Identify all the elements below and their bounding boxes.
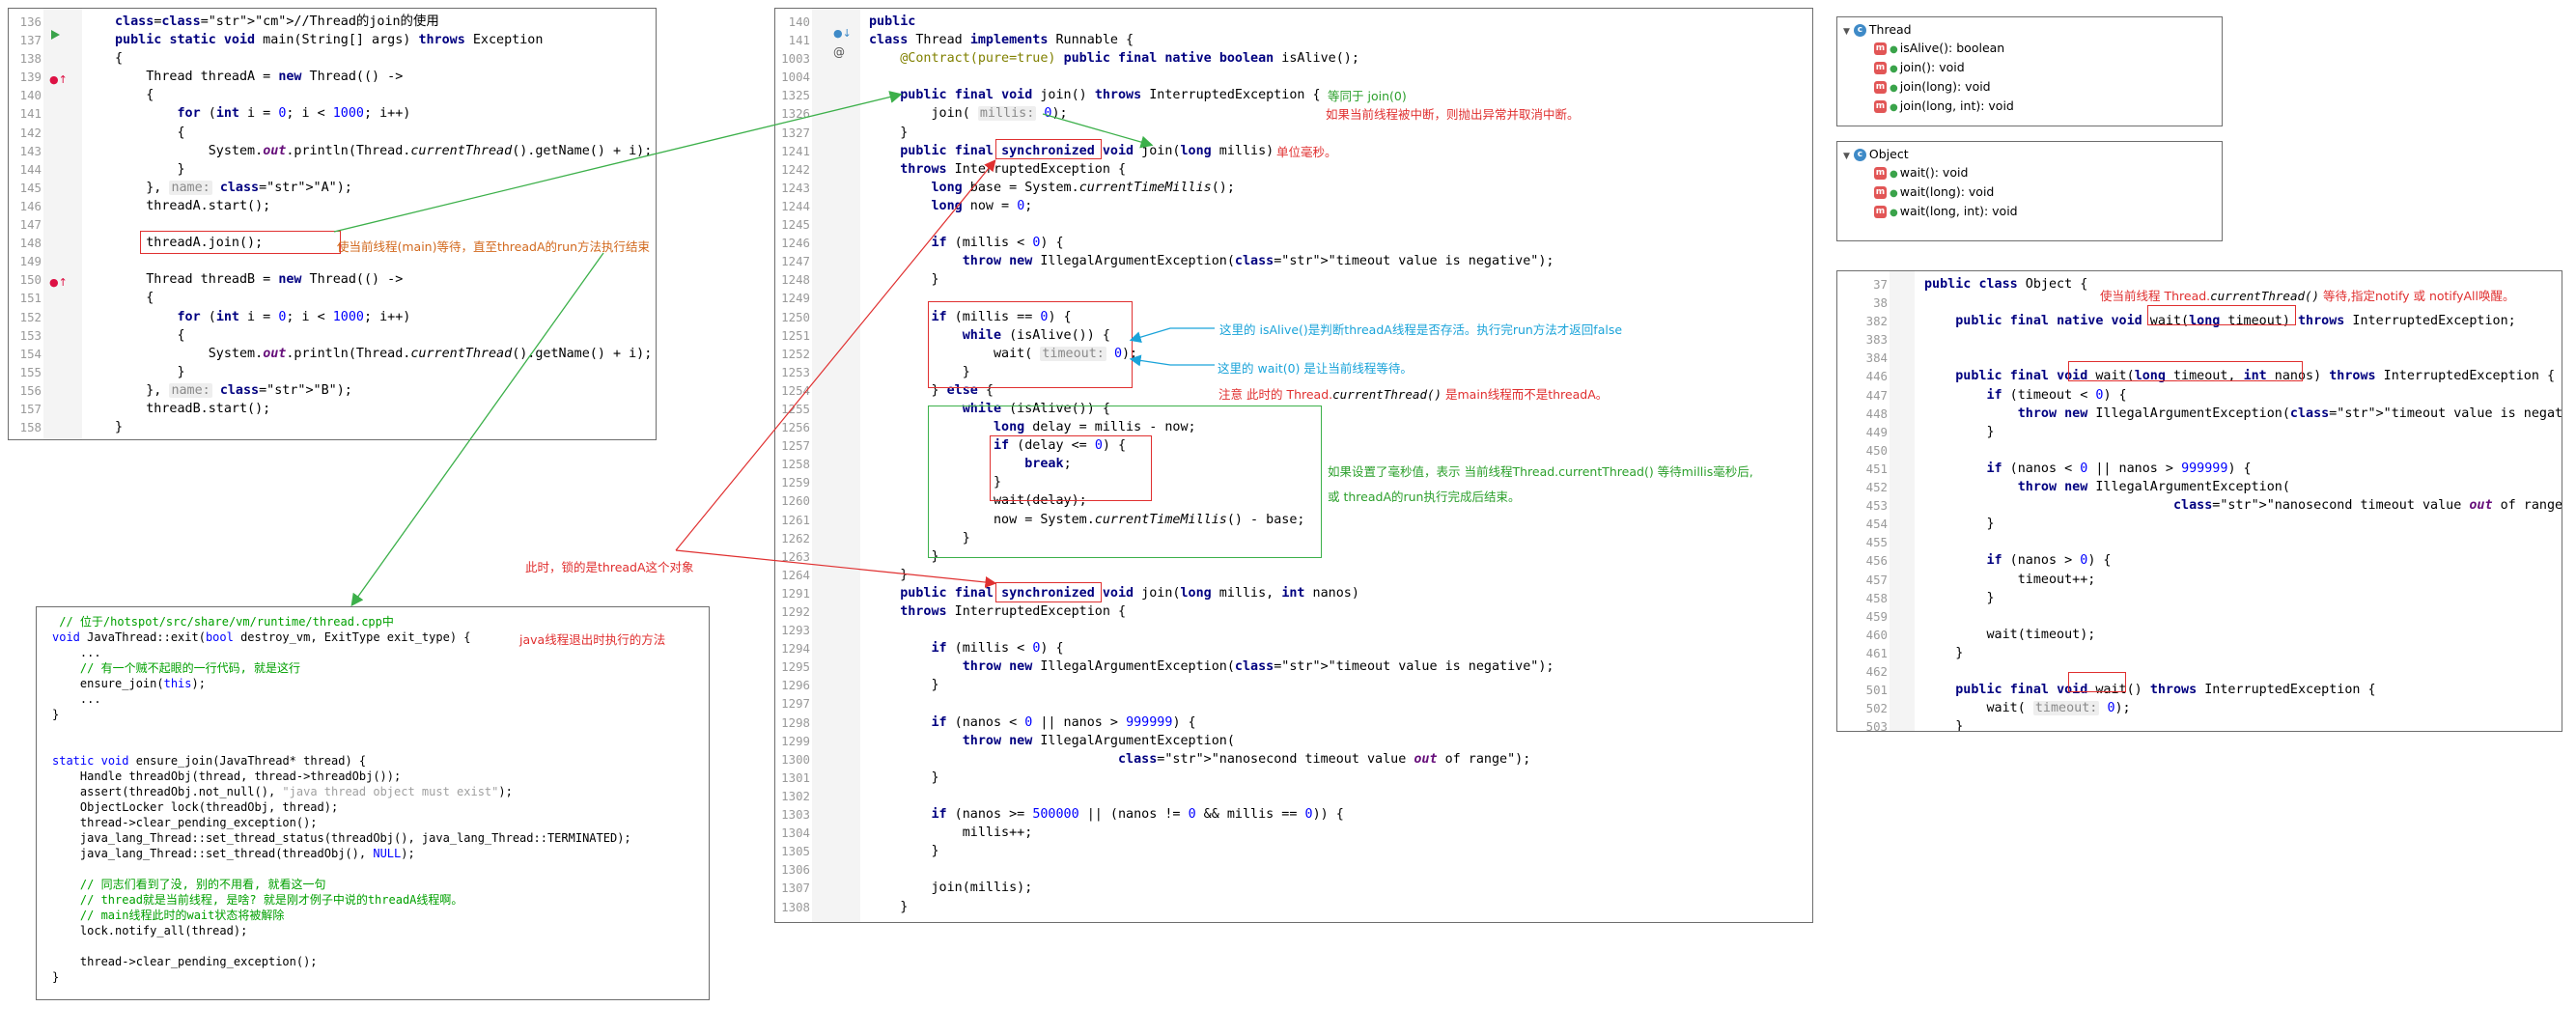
arrow-isalive: [1129, 327, 1215, 343]
arrow-join-to-thread: [333, 91, 903, 233]
arrow-lock-to-sync: [675, 159, 996, 551]
arrow-join0-to-joinlong: [1042, 113, 1154, 149]
arrow-join-to-cpp: [350, 252, 604, 607]
annotation-arrows: [333, 91, 1215, 607]
arrow-lock-to-sync2: [675, 549, 997, 588]
arrow-wait0: [1129, 354, 1215, 367]
